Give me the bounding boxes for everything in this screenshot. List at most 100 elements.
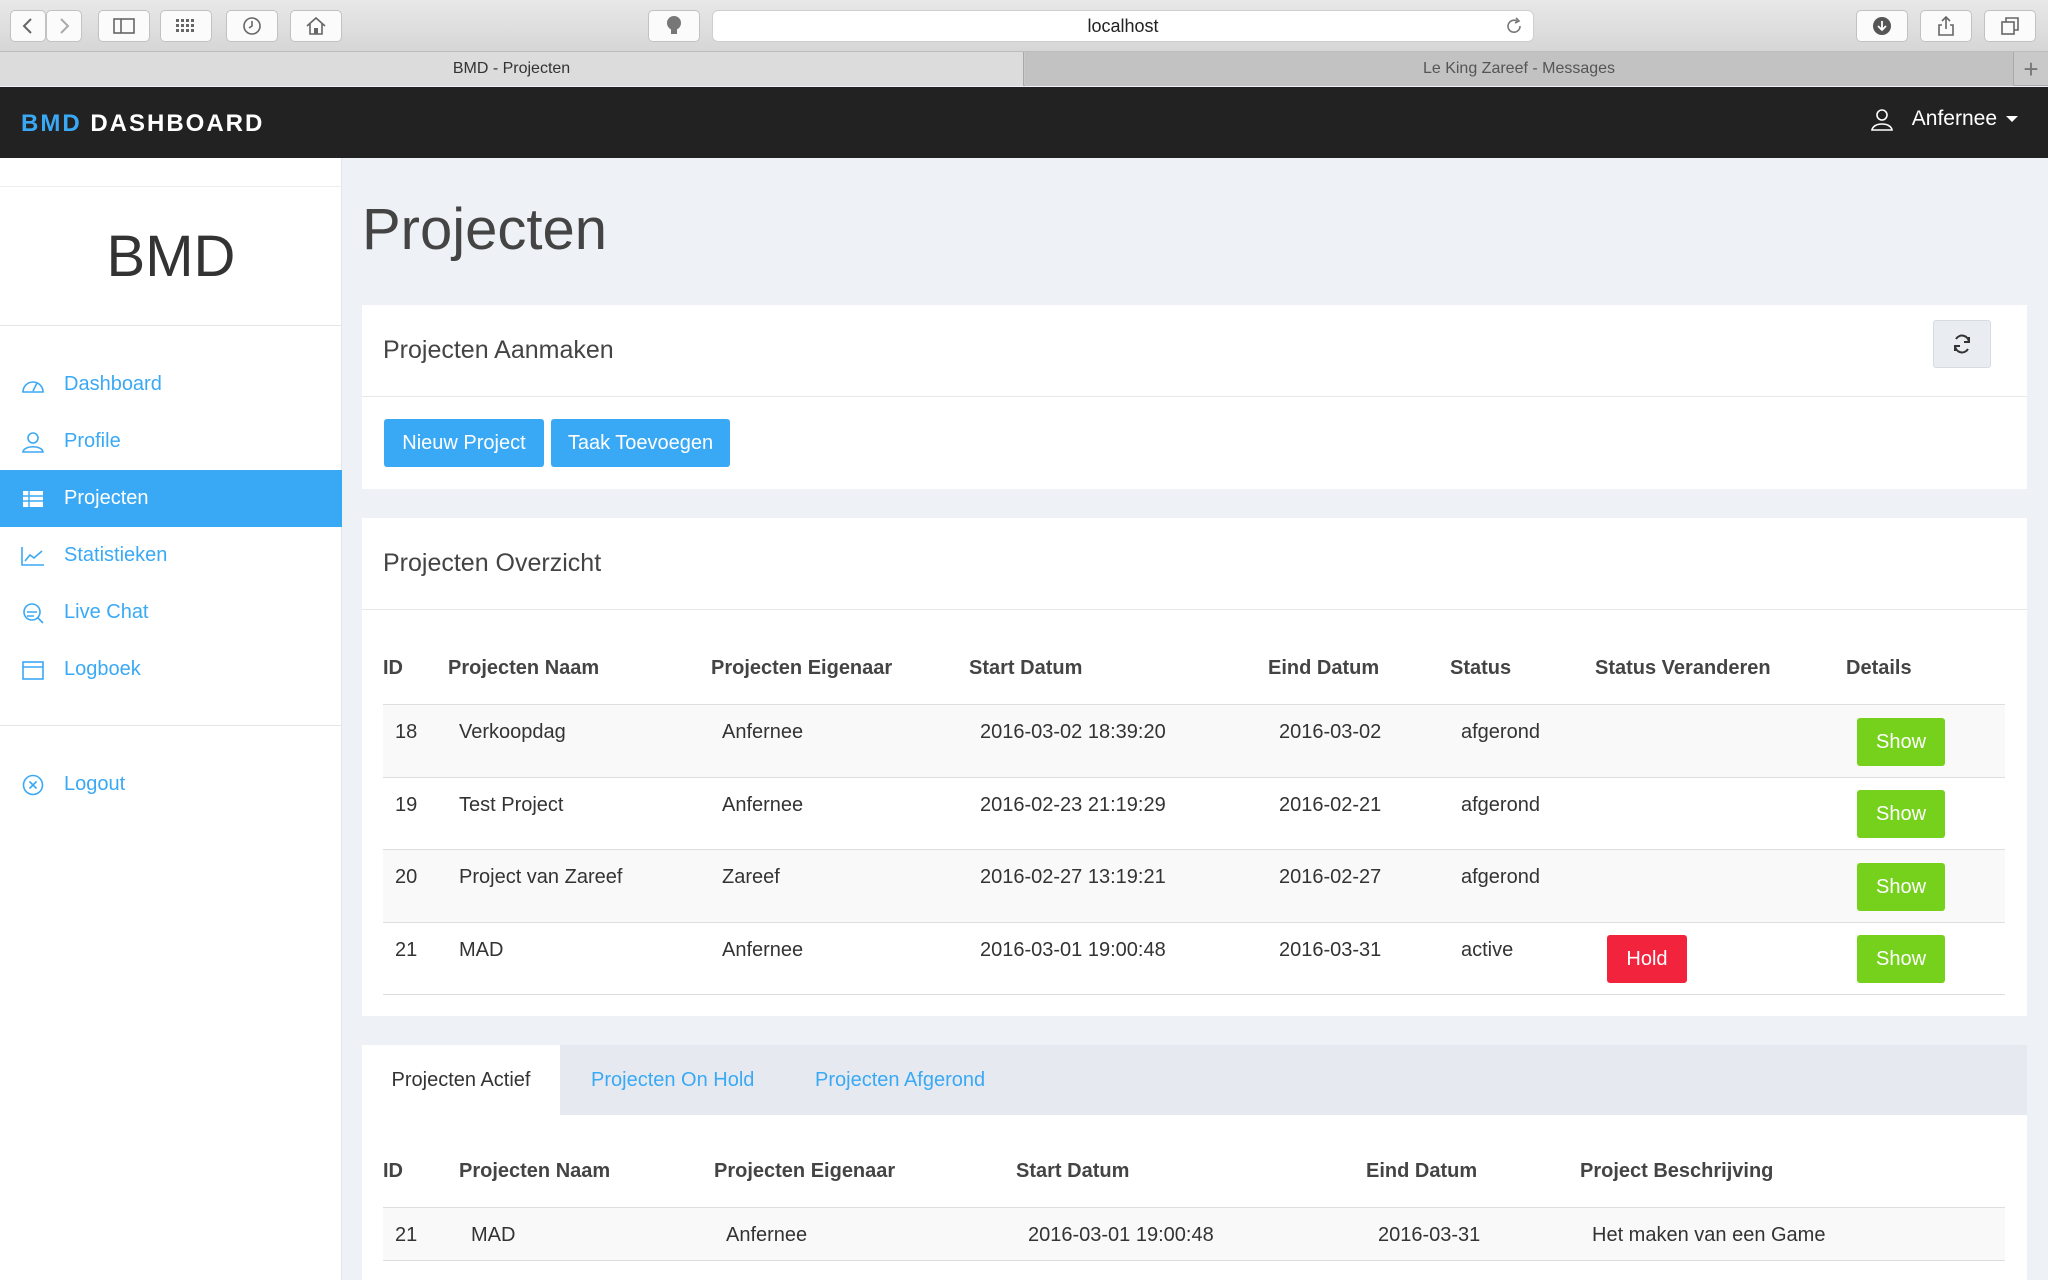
cell-start: 2016-03-01 19:00:48 <box>1028 1224 1214 1246</box>
show-button[interactable]: Show <box>1857 718 1945 766</box>
history-button[interactable] <box>226 10 278 42</box>
cell-owner: Anfernee <box>726 1224 808 1246</box>
page-title: Projecten <box>362 197 608 262</box>
new-project-button[interactable]: Nieuw Project <box>384 419 544 467</box>
panel-heading: Projecten Aanmaken <box>362 305 2027 397</box>
tab-projecten-afgerond[interactable]: Projecten Afgerond <box>815 1045 985 1115</box>
dashboard-icon <box>20 372 46 398</box>
browser-toolbar: localhost <box>0 0 2048 52</box>
browser-tab-active[interactable]: BMD - Projecten <box>0 52 1024 86</box>
cell-end: 2016-02-27 <box>1279 866 1382 888</box>
cell-owner: Anfernee <box>722 721 804 743</box>
column-header: Status <box>1450 657 1512 679</box>
user-menu-dropdown[interactable]: Anfernee <box>1870 107 2018 131</box>
forward-button[interactable] <box>46 10 82 42</box>
brand-part1: BMD <box>21 110 82 137</box>
logout-label: Logout <box>64 773 126 795</box>
sidebar-toggle-button[interactable] <box>98 10 150 42</box>
sidebar-item-statistieken[interactable]: Statistieken <box>0 527 342 584</box>
tabs-icon <box>2001 17 2019 35</box>
brand-logo[interactable]: BMD DASHBOARD <box>21 110 264 138</box>
new-tab-button[interactable]: + <box>2014 52 2048 86</box>
hold-button[interactable]: Hold <box>1607 935 1687 983</box>
sidebar-item-dashboard[interactable]: Dashboard <box>0 356 342 413</box>
column-header: Status Veranderen <box>1595 657 1771 679</box>
browser-tab-title: Le King Zareef - Messages <box>1422 60 1616 77</box>
sidebar-item-live-chat[interactable]: Live Chat <box>0 584 342 641</box>
cell-name: Test Project <box>459 794 564 816</box>
cell-owner: Zareef <box>722 866 780 888</box>
address-bar[interactable]: localhost <box>712 10 1534 42</box>
back-button[interactable] <box>10 10 46 42</box>
cell-start: 2016-02-23 21:19:29 <box>980 794 1166 816</box>
top-sites-button[interactable] <box>160 10 212 42</box>
cell-id: 18 <box>395 721 418 743</box>
cell-status: active <box>1461 939 1514 961</box>
cell-name: MAD <box>471 1224 516 1246</box>
table-row: 20 Project van Zareef Zareef 2016-02-27 … <box>383 849 2005 922</box>
clock-icon <box>243 17 261 35</box>
column-header: ID <box>383 1160 403 1182</box>
home-icon <box>306 16 326 35</box>
panel-title: Projecten Aanmaken <box>383 336 614 364</box>
cell-end: 2016-02-21 <box>1279 794 1382 816</box>
reload-icon[interactable] <box>1505 17 1523 40</box>
share-icon <box>1938 15 1954 36</box>
column-header: Projecten Naam <box>459 1160 611 1182</box>
show-button[interactable]: Show <box>1857 790 1945 838</box>
panel-title: Projecten Overzicht <box>383 549 602 577</box>
sidebar-item-label: Profile <box>64 430 121 452</box>
panel-heading: Projecten Overzicht <box>362 518 2027 610</box>
caret-down-icon <box>2006 116 2018 122</box>
table-row: 21 MAD Anfernee 2016-03-01 19:00:48 2016… <box>383 1207 2005 1261</box>
sidebar-item-projecten[interactable]: Projecten <box>0 470 342 527</box>
cell-status: afgerond <box>1461 794 1540 816</box>
cell-id: 19 <box>395 794 418 816</box>
extension-button[interactable] <box>648 10 700 42</box>
column-header: Eind Datum <box>1366 1160 1478 1182</box>
downloads-button[interactable] <box>1856 10 1908 42</box>
cell-owner: Anfernee <box>722 794 804 816</box>
column-header: Project Beschrijving <box>1580 1160 1774 1182</box>
user-icon <box>20 429 46 455</box>
sidebar-divider <box>0 725 342 726</box>
home-button[interactable] <box>290 10 342 42</box>
chevron-left-icon <box>22 18 32 34</box>
cell-start: 2016-02-27 13:19:21 <box>980 866 1166 888</box>
cell-status: afgerond <box>1461 866 1540 888</box>
refresh-button[interactable] <box>1933 320 1991 368</box>
tab-projecten-actief[interactable]: Projecten Actief <box>362 1045 560 1115</box>
cell-start: 2016-03-01 19:00:48 <box>980 939 1166 961</box>
column-header: Details <box>1846 657 1912 679</box>
cell-name: MAD <box>459 939 504 961</box>
cell-end: 2016-03-31 <box>1378 1224 1481 1246</box>
show-button[interactable]: Show <box>1857 935 1945 983</box>
cell-name: Verkoopdag <box>459 721 566 743</box>
user-name: Anfernee <box>1911 107 1997 130</box>
tab-projecten-on-hold[interactable]: Projecten On Hold <box>591 1045 754 1115</box>
sidebar-item-label: Dashboard <box>64 373 162 395</box>
close-circle-icon <box>20 772 46 798</box>
sidebar-item-profile[interactable]: Profile <box>0 413 342 470</box>
tabs-overview-button[interactable] <box>1984 10 2036 42</box>
show-button[interactable]: Show <box>1857 863 1945 911</box>
sidebar-item-logboek[interactable]: Logboek <box>0 641 342 698</box>
calendar-icon <box>20 657 46 683</box>
sidebar-item-label: Live Chat <box>64 601 149 623</box>
share-button[interactable] <box>1920 10 1972 42</box>
sidebar-item-label: Statistieken <box>64 544 168 566</box>
column-header: Start Datum <box>969 657 1083 679</box>
app-header: BMD DASHBOARD Anfernee <box>0 87 2048 158</box>
browser-tab-bar: BMD - Projecten Le King Zareef - Message… <box>0 52 2048 86</box>
sidebar-item-label: Projecten <box>64 487 149 509</box>
logout-button[interactable]: Logout <box>0 756 342 813</box>
browser-tab-inactive[interactable]: Le King Zareef - Messages <box>1025 52 2014 86</box>
cell-id: 20 <box>395 866 418 888</box>
sidebar-item-label: Logboek <box>64 658 141 680</box>
table-icon <box>20 486 46 512</box>
add-task-button[interactable]: Taak Toevoegen <box>551 419 730 467</box>
column-header: Projecten Naam <box>448 657 600 679</box>
brand-part2: DASHBOARD <box>81 110 265 137</box>
cell-name: Project van Zareef <box>459 866 623 888</box>
download-icon <box>1873 17 1891 35</box>
